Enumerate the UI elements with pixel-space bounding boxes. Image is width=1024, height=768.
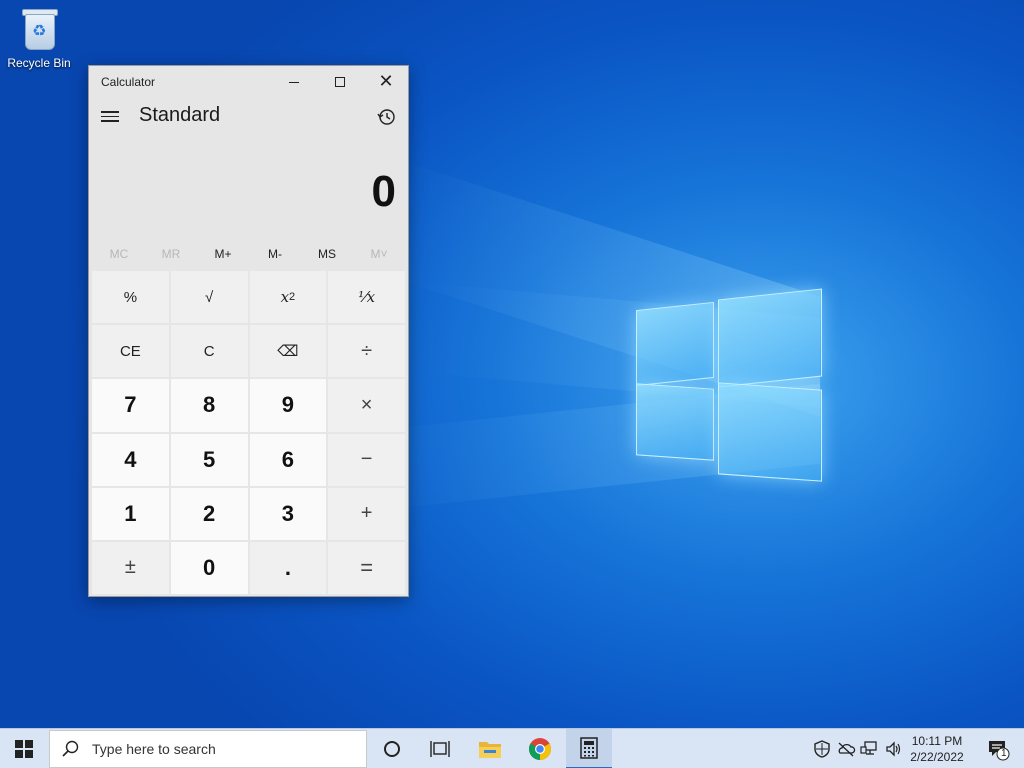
folder-icon	[479, 742, 501, 758]
square-base-label: x	[280, 288, 290, 307]
decimal-button[interactable]: .	[249, 541, 327, 594]
security-shield-icon[interactable]	[812, 739, 832, 759]
minimize-button[interactable]	[271, 66, 317, 98]
maximize-icon	[335, 77, 345, 87]
digit-4-button[interactable]: 4	[92, 433, 169, 486]
memory-clear-button[interactable]: MC	[93, 243, 145, 265]
recycle-bin-icon: ♻	[19, 6, 59, 52]
menu-icon[interactable]	[101, 108, 119, 126]
memory-add-button[interactable]: M+	[197, 243, 249, 265]
history-icon[interactable]	[376, 106, 398, 128]
digit-7-button[interactable]: 7	[92, 379, 169, 432]
windows-start-icon	[15, 740, 33, 758]
search-icon	[62, 740, 79, 757]
result-display: 0	[371, 167, 396, 216]
digit-3-button[interactable]: 3	[249, 487, 327, 540]
cortana-icon	[384, 741, 400, 757]
calculator-window: Calculator ✕ Standard 0 MC MR M+ M- MS M…	[88, 65, 409, 597]
square-root-button[interactable]: √	[170, 271, 248, 324]
start-button[interactable]	[0, 729, 48, 768]
square-button[interactable]: x2	[249, 271, 327, 324]
add-button[interactable]: +	[328, 487, 405, 540]
chrome-icon	[529, 738, 551, 760]
digit-0-button[interactable]: 0	[170, 541, 248, 594]
search-placeholder: Type here to search	[92, 741, 216, 757]
clear-button[interactable]: C	[170, 325, 248, 378]
subtract-button[interactable]: −	[328, 433, 405, 486]
digit-8-button[interactable]: 8	[170, 379, 248, 432]
windows-logo-wallpaper	[636, 288, 824, 482]
calculator-header: Standard	[89, 98, 408, 138]
network-icon[interactable]	[860, 739, 880, 759]
reciprocal-label: ⅟x	[358, 288, 376, 307]
search-box[interactable]: Type here to search	[49, 730, 367, 768]
close-button[interactable]: ✕	[363, 66, 409, 98]
divide-button[interactable]: ÷	[328, 325, 405, 378]
window-title: Calculator	[101, 75, 156, 89]
keypad: % √ x2 ⅟x CE C ⌫ ÷ 7 8 9 × 4 5 6 − 1 2 3…	[92, 271, 405, 594]
percent-button[interactable]: %	[92, 271, 169, 324]
memory-subtract-button[interactable]: M-	[249, 243, 301, 265]
digit-6-button[interactable]: 6	[249, 433, 327, 486]
volume-icon[interactable]	[884, 739, 904, 759]
chrome-button[interactable]	[516, 729, 564, 768]
memory-recall-button[interactable]: MR	[145, 243, 197, 265]
desktop-icon-label: Recycle Bin	[7, 56, 71, 70]
square-exponent-label: 2	[289, 291, 296, 304]
clear-entry-button[interactable]: CE	[92, 325, 169, 378]
digit-5-button[interactable]: 5	[170, 433, 248, 486]
system-tray	[812, 729, 904, 768]
onedrive-offline-icon[interactable]	[836, 739, 856, 759]
notification-count: 1	[1001, 748, 1007, 759]
action-center-button[interactable]: 1	[978, 729, 1018, 768]
reciprocal-button[interactable]: ⅟x	[328, 271, 405, 324]
equals-button[interactable]: =	[328, 541, 405, 594]
title-bar[interactable]: Calculator ✕	[89, 66, 408, 98]
calculator-taskbar-button[interactable]	[566, 729, 612, 768]
task-view-icon	[430, 741, 450, 757]
digit-2-button[interactable]: 2	[170, 487, 248, 540]
negate-button[interactable]: ±	[92, 541, 169, 594]
desktop-icon-recycle-bin[interactable]: ♻ Recycle Bin	[4, 6, 74, 70]
backspace-button[interactable]: ⌫	[249, 325, 327, 378]
calculator-icon	[580, 737, 598, 759]
memory-row: MC MR M+ M- MS M˅	[93, 243, 405, 265]
multiply-button[interactable]: ×	[328, 379, 405, 432]
memory-store-button[interactable]: MS	[301, 243, 353, 265]
maximize-button[interactable]	[317, 66, 363, 98]
digit-9-button[interactable]: 9	[249, 379, 327, 432]
task-view-button[interactable]	[418, 729, 462, 768]
mode-title: Standard	[139, 104, 221, 126]
file-explorer-button[interactable]	[466, 729, 514, 768]
clock-date: 2/22/2022	[910, 750, 964, 764]
digit-1-button[interactable]: 1	[92, 487, 169, 540]
close-icon: ✕	[378, 71, 394, 92]
memory-list-button[interactable]: M˅	[353, 243, 405, 265]
taskbar: Type here to search 10:11 PM 2/22/2022 1	[0, 728, 1024, 768]
minimize-icon	[289, 81, 299, 83]
clock-time: 10:11 PM	[911, 734, 963, 748]
clock[interactable]: 10:11 PM 2/22/2022	[902, 733, 972, 765]
cortana-button[interactable]	[370, 729, 414, 768]
